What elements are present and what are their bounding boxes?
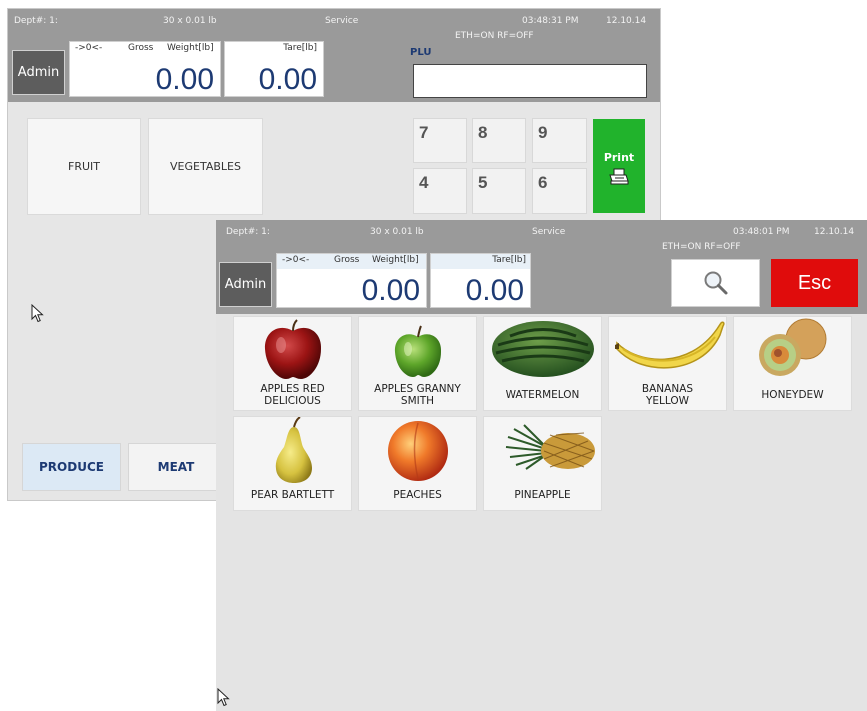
tab-produce[interactable]: PRODUCE [22,443,121,491]
product-label: PEAR BARTLETT [250,489,335,501]
mouse-cursor [217,688,230,707]
peach-image [388,421,448,481]
clock-date: 12.10.14 [606,16,647,26]
print-button[interactable]: Print [593,119,645,213]
product-apples-granny-smith[interactable]: APPLES GRANNY SMITH [358,316,477,411]
gross-label: Gross [128,43,154,53]
mouse-cursor [31,304,44,323]
gross-label: Gross [334,255,360,265]
clock-time: 03:48:31 PM [522,16,579,26]
product-bananas-yellow[interactable]: BANANAS YELLOW [608,316,727,411]
banana-image [615,321,725,369]
watermelon-image [492,321,594,377]
product-peaches[interactable]: PEACHES [358,416,477,511]
weight-display: ->0<- Gross Weight[lb] 0.00 [69,41,221,97]
weight-display: ->0<- Gross Weight[lb] 0.00 [276,253,427,308]
product-label: APPLES GRANNY SMITH [374,383,461,407]
product-label: PEACHES [393,489,442,501]
dept-label: Dept#: 1: [226,227,270,237]
product-apples-red-delicious[interactable]: APPLES RED DELICIOUS [233,316,352,411]
search-button[interactable] [671,259,760,307]
admin-button[interactable]: Admin [219,262,272,307]
key-6[interactable]: 6 [532,168,587,214]
mode-label: Service [532,227,566,237]
clock-date: 12.10.14 [814,227,855,237]
magnifier-icon [704,271,727,295]
tare-display: Tare[lb] 0.00 [224,41,324,97]
zero-indicator: ->0<- [282,255,310,265]
red-apple-image [264,319,322,379]
back-header-bar: Dept#: 1: 30 x 0.01 lb Service 03:48:31 … [8,9,660,102]
product-label: BANANAS YELLOW [641,383,694,407]
key-9[interactable]: 9 [532,118,587,163]
category-fruit[interactable]: FRUIT [27,118,141,215]
weight-label: Weight[lb] [372,255,419,265]
weight-value: 0.00 [361,274,420,307]
key-8[interactable]: 8 [472,118,526,163]
zero-indicator: ->0<- [75,43,103,53]
tare-label: Tare[lb] [492,255,526,265]
pear-image [275,417,312,483]
plu-input[interactable] [413,64,647,98]
green-apple-image [394,325,442,377]
honeydew-image [759,318,827,376]
key-4[interactable]: 4 [413,168,467,214]
front-header-bar: Dept#: 1: 30 x 0.01 lb Service 03:48:01 … [216,220,867,314]
pineapple-image [505,424,595,470]
capacity-label: 30 x 0.01 lb [163,16,217,26]
product-label: WATERMELON [505,389,580,401]
product-watermelon[interactable]: WATERMELON [483,316,602,411]
esc-button[interactable]: Esc [771,259,858,307]
tare-value: 0.00 [258,63,317,96]
product-label: HONEYDEW [761,389,824,401]
network-status: ETH=ON RF=OFF [455,31,534,41]
mode-label: Service [325,16,359,26]
product-pineapple[interactable]: PINEAPPLE [483,416,602,511]
print-label: Print [603,151,635,164]
weight-value: 0.00 [155,63,214,96]
dept-label: Dept#: 1: [14,16,58,26]
category-vegetables[interactable]: VEGETABLES [148,118,263,215]
capacity-label: 30 x 0.01 lb [370,227,424,237]
product-honeydew[interactable]: HONEYDEW [733,316,852,411]
tare-label: Tare[lb] [283,43,317,53]
product-label: APPLES RED DELICIOUS [260,383,325,407]
tab-meat[interactable]: MEAT [128,443,224,491]
network-status: ETH=ON RF=OFF [662,242,741,252]
tare-value: 0.00 [465,274,524,307]
tare-display: Tare[lb] 0.00 [430,253,531,308]
printer-icon [609,168,629,185]
key-5[interactable]: 5 [472,168,526,214]
weight-label: Weight[lb] [167,43,214,53]
clock-time: 03:48:01 PM [733,227,790,237]
product-label: PINEAPPLE [514,489,571,501]
front-product-window: Dept#: 1: 30 x 0.01 lb Service 03:48:01 … [216,220,867,711]
key-7[interactable]: 7 [413,118,467,163]
product-pear-bartlett[interactable]: PEAR BARTLETT [233,416,352,511]
admin-button[interactable]: Admin [12,50,65,95]
plu-label: PLU [410,47,432,58]
